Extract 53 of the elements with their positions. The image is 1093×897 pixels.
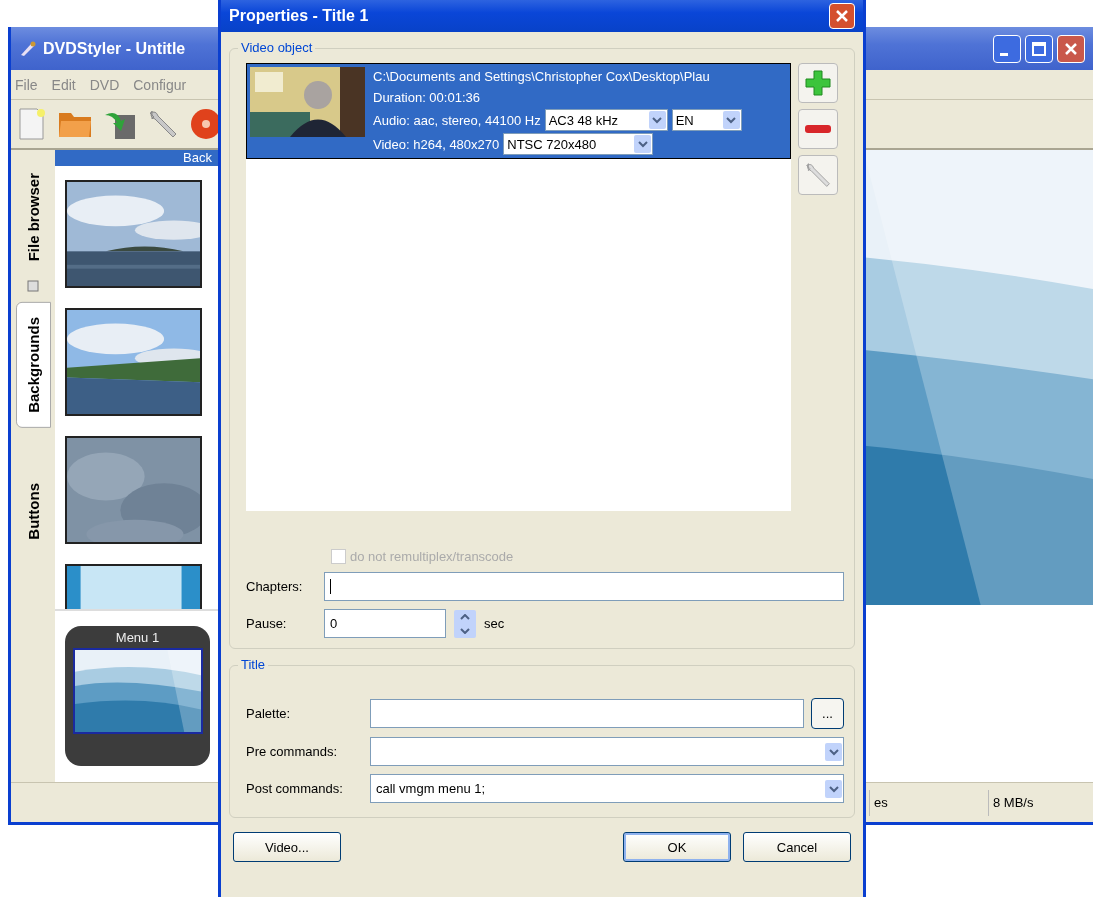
add-button[interactable]	[798, 63, 838, 103]
wrench-icon[interactable]	[147, 108, 179, 140]
audio-format-select[interactable]: AC3 48 kHz	[544, 109, 668, 131]
language-select[interactable]: EN	[671, 109, 742, 131]
brush-icon	[19, 40, 37, 57]
menu-label: Menu 1	[115, 630, 160, 645]
browse-button[interactable]: ...	[811, 698, 844, 729]
dialog-button[interactable]: Video...	[233, 832, 341, 862]
close-button[interactable]	[829, 3, 855, 29]
window-title: DVDStyler - Untitle	[43, 39, 186, 58]
file-path: C:\Documents and Settings\Christopher Cox\Desktop\Plau	[373, 68, 711, 86]
panel-header: Back	[55, 150, 218, 166]
minimize-button[interactable]	[993, 34, 1021, 63]
side-tab[interactable]: File browser	[15, 158, 51, 277]
checkbox-label: do not remultiplex/transcode	[350, 549, 514, 564]
close-icon	[835, 9, 849, 23]
status-text: 8 MB/s	[988, 789, 1093, 816]
audio-info: Audio: aac, stereo, 44100 Hz	[373, 111, 541, 130]
remove-button[interactable]	[798, 109, 838, 149]
video-item[interactable]: C:\Documents and Settings\Christopher Cox\Desktop\Plau Duration: 00:01:36 Audio: aac, stereo, 44100 Hz AC3 48 kHz EN Video: h264, 480x270 NTSC 720x480	[246, 63, 791, 159]
unit-label: sec	[484, 616, 505, 631]
pause-field[interactable]: 0	[324, 609, 446, 638]
menu-card[interactable]: Menu 1	[65, 626, 210, 766]
plus-icon	[804, 69, 832, 97]
field-label: Chapters:	[246, 579, 304, 594]
side-tab[interactable]: Buttons	[15, 468, 51, 555]
minimize-icon	[1000, 53, 1008, 56]
palette-field[interactable]	[370, 699, 804, 728]
chapters-field[interactable]	[324, 572, 844, 601]
dialog-title: Properties - Title 1	[229, 7, 369, 25]
maximize-icon	[1032, 41, 1046, 56]
wrench-icon	[804, 161, 832, 189]
close-icon	[1064, 41, 1078, 56]
field-label: Post commands:	[246, 781, 344, 796]
status-text: es	[869, 789, 988, 816]
maximize-button[interactable]	[1025, 34, 1053, 63]
duration-text: Duration: 00:01:36	[373, 89, 481, 107]
pre-commands-field[interactable]	[370, 737, 844, 766]
minus-icon	[804, 124, 832, 134]
group-label: Title	[238, 657, 269, 672]
side-tab[interactable]: Backgrounds	[15, 302, 51, 429]
group-label: Video object	[238, 40, 316, 55]
dialog-button[interactable]: OK	[623, 832, 731, 862]
field-label: Pause:	[246, 616, 288, 631]
spinner-icon[interactable]	[454, 609, 476, 638]
field-label: Pre commands:	[246, 744, 339, 759]
field-label: Palette:	[246, 706, 292, 721]
page-icon	[27, 280, 39, 293]
dialog-button[interactable]: Cancel	[743, 832, 851, 862]
video-info: Video: h264, 480x270	[373, 135, 500, 154]
video-format-select[interactable]: NTSC 720x480	[503, 133, 654, 155]
close-button[interactable]	[1057, 34, 1085, 63]
post-commands-field[interactable]: call vmgm menu 1;	[370, 774, 844, 803]
